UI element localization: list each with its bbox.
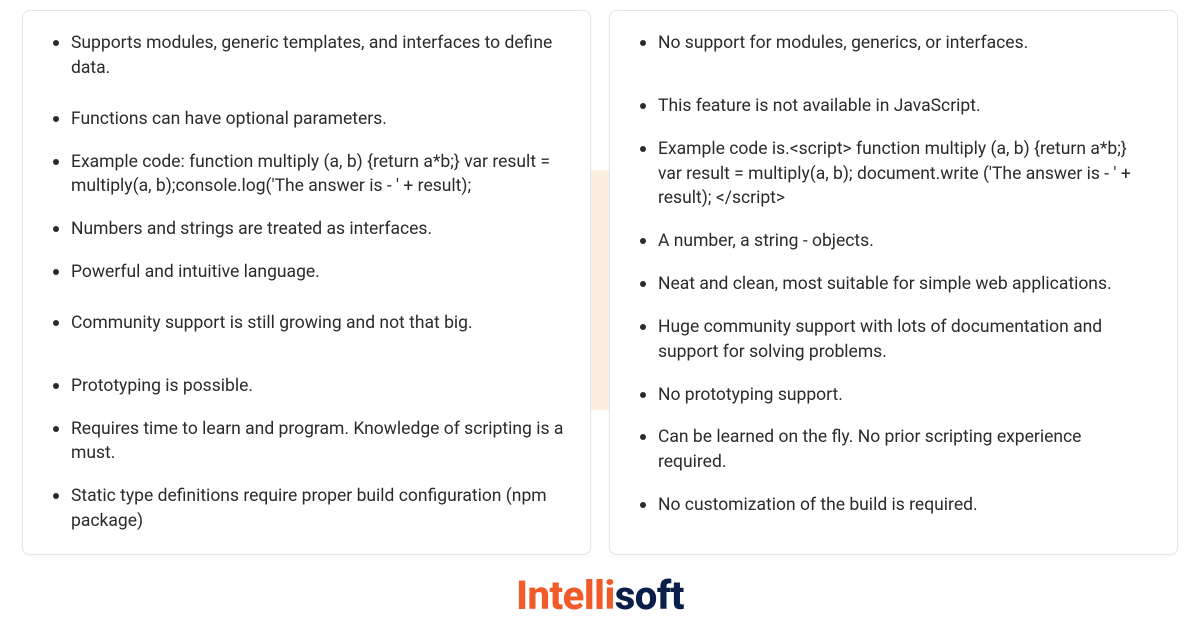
list-item: This feature is not available in JavaScr… [634, 94, 1153, 119]
list-item: No customization of the build is require… [634, 493, 1153, 518]
list-item: Powerful and intuitive language. [47, 260, 566, 285]
list-item: Functions can have optional parameters. [47, 107, 566, 132]
list-item: Neat and clean, most suitable for simple… [634, 272, 1153, 297]
logo-part-2: soft [615, 572, 684, 619]
list-item: Supports modules, generic templates, and… [47, 31, 566, 81]
right-list: No support for modules, generics, or int… [634, 31, 1153, 518]
list-item: Static type definitions require proper b… [47, 484, 566, 534]
left-comparison-card: Supports modules, generic templates, and… [22, 10, 591, 555]
list-item: A number, a string - objects. [634, 229, 1153, 254]
list-item: Prototyping is possible. [47, 374, 566, 399]
list-item: Community support is still growing and n… [47, 311, 566, 336]
list-item: Can be learned on the fly. No prior scri… [634, 425, 1153, 475]
left-list: Supports modules, generic templates, and… [47, 31, 566, 534]
right-comparison-card: No support for modules, generics, or int… [609, 10, 1178, 555]
list-item: Huge community support with lots of docu… [634, 315, 1153, 365]
logo-part-1: Intelli [516, 572, 615, 619]
list-item: Numbers and strings are treated as inter… [47, 217, 566, 242]
intellisoft-logo: Intellisoft [516, 572, 684, 619]
list-item: Requires time to learn and program. Know… [47, 417, 566, 467]
comparison-container: Supports modules, generic templates, and… [0, 0, 1200, 555]
list-item: No prototyping support. [634, 383, 1153, 408]
list-item: Example code is.<script> function multip… [634, 137, 1153, 212]
list-item: Example code: function multiply (a, b) {… [47, 150, 566, 200]
list-item: No support for modules, generics, or int… [634, 31, 1153, 56]
